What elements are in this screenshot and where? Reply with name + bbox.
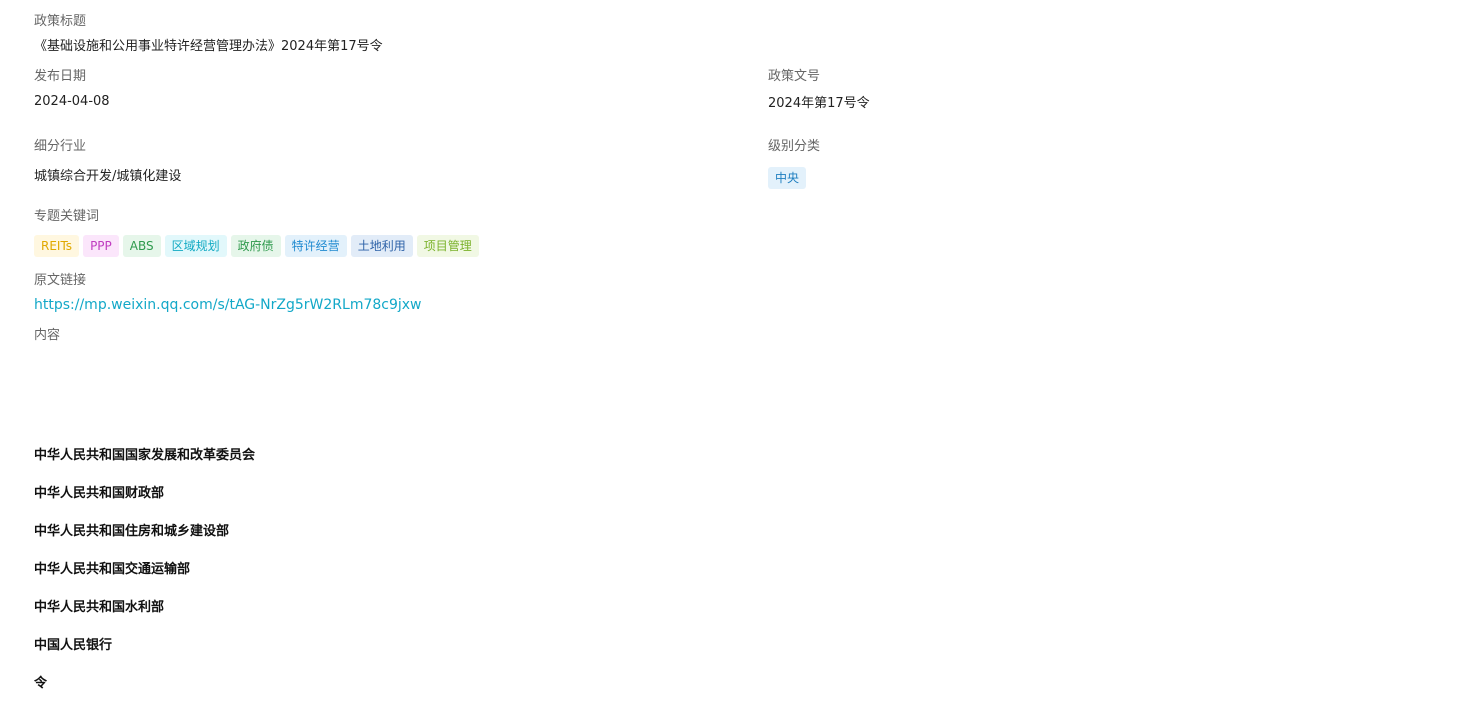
content-line: 中华人民共和国交通运输部 — [34, 562, 191, 577]
keyword-tag: 区域规划 — [164, 235, 227, 257]
content-line: 中华人民共和国住房和城乡建设部 — [34, 524, 230, 539]
industry-label: 细分行业 — [34, 139, 87, 154]
docno-label: 政策文号 — [768, 69, 821, 84]
keyword-tags: REITs PPP ABS 区域规划 政府债 特许经营 土地利用 项目管理 — [34, 235, 479, 257]
title-label: 政策标题 — [34, 14, 87, 29]
content-line: 中华人民共和国国家发展和改革委员会 — [34, 448, 256, 463]
keywords-label: 专题关键词 — [34, 209, 100, 224]
keyword-tag: PPP — [83, 235, 119, 257]
docno-value: 2024年第17号令 — [768, 96, 870, 111]
keyword-tag: ABS — [122, 235, 161, 257]
source-link[interactable]: https://mp.weixin.qq.com/s/tAG-NrZg5rW2R… — [34, 297, 422, 314]
keyword-tag: 项目管理 — [416, 235, 479, 257]
level-tag-text: 中央 — [768, 167, 807, 189]
title-value: 《基础设施和公用事业特许经营管理办法》2024年第17号令 — [34, 39, 383, 54]
content-line: 中华人民共和国财政部 — [34, 486, 165, 501]
level-tag: 中央 — [768, 167, 807, 189]
date-value: 2024-04-08 — [34, 94, 110, 109]
content-line: 令 — [34, 676, 48, 691]
link-label: 原文链接 — [34, 273, 87, 288]
keyword-tag: 土地利用 — [350, 235, 413, 257]
level-label: 级别分类 — [768, 139, 821, 154]
industry-value: 城镇综合开发/城镇化建设 — [34, 169, 182, 184]
date-label: 发布日期 — [34, 69, 87, 84]
content-label: 内容 — [34, 328, 61, 343]
keyword-tag: 特许经营 — [284, 235, 347, 257]
keyword-tag: 政府债 — [230, 235, 281, 257]
keyword-tag: REITs — [34, 235, 80, 257]
content-line: 中华人民共和国水利部 — [34, 600, 165, 615]
content-line: 中国人民银行 — [34, 638, 113, 653]
